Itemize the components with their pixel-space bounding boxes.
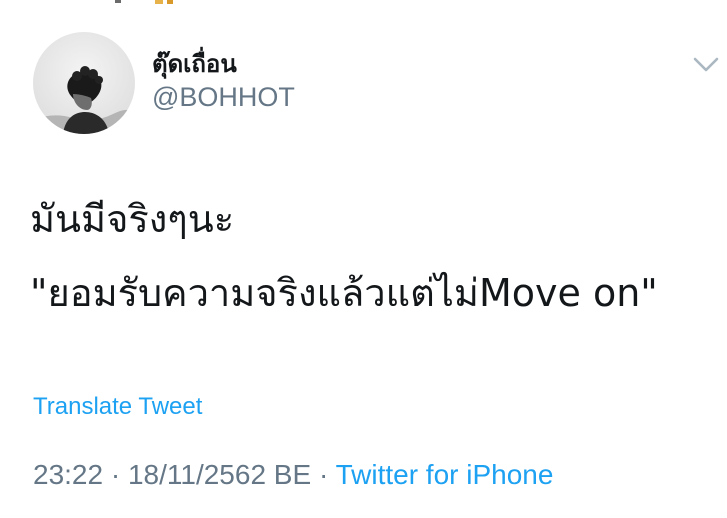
meta-separator: ·: [318, 459, 329, 490]
chevron-down-icon[interactable]: [692, 54, 720, 76]
tweet-text-line: "ยอมรับความจริงแล้วแต่ไม่Move on": [30, 271, 658, 315]
cropped-emoji-fragment: [115, 0, 173, 4]
display-name[interactable]: ตุ๊ดเถื่อน: [152, 44, 237, 83]
tweet-view: ตุ๊ดเถื่อน @BOHHOT มันมีจริงๆนะ "ยอมรับค…: [0, 0, 727, 518]
tweet-source-link[interactable]: Twitter for iPhone: [336, 459, 554, 490]
tweet-text-line: มันมีจริงๆนะ: [30, 197, 235, 241]
tweet-time[interactable]: 23:22: [33, 459, 103, 490]
user-handle[interactable]: @BOHHOT: [152, 82, 295, 113]
meta-separator: ·: [110, 459, 121, 490]
avatar[interactable]: [33, 32, 135, 134]
translate-tweet-link[interactable]: Translate Tweet: [33, 393, 202, 421]
tweet-metadata: 23:22 · 18/11/2562 BE · Twitter for iPho…: [33, 459, 553, 491]
tweet-date[interactable]: 18/11/2562 BE: [128, 459, 311, 490]
